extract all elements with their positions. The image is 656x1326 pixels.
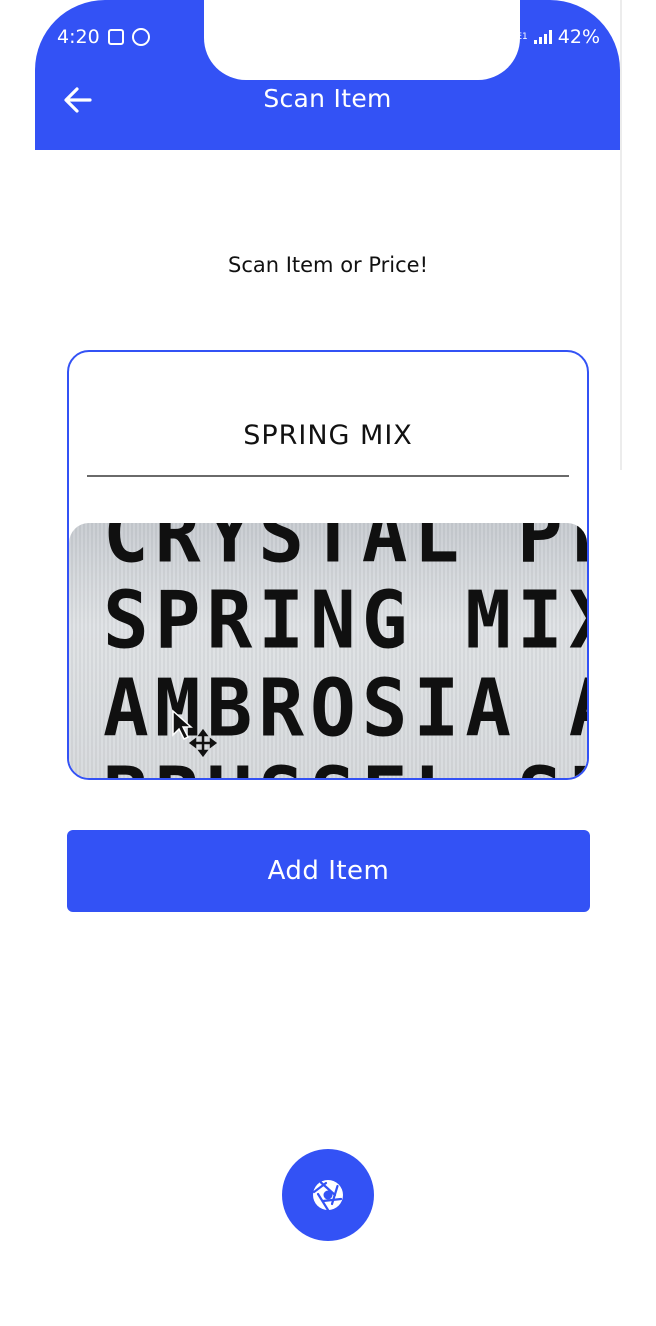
scan-result-field[interactable]: SPRING MIX <box>69 420 587 451</box>
scan-prompt: Scan Item or Price! <box>227 253 428 277</box>
move-cursor-icon <box>172 709 218 757</box>
status-time: 4:20 <box>57 26 100 48</box>
aperture-icon <box>312 1180 343 1212</box>
app-notification-icon <box>131 28 150 46</box>
app-bar <box>35 0 620 150</box>
status-bar-right: LTE1 42% <box>507 26 600 48</box>
result-underline <box>87 475 569 477</box>
scan-card: SPRING MIX CRYSTAL PLU SPRING MIX AMBROS… <box>67 350 589 780</box>
camera-text-line: SPRING MIX <box>103 572 587 667</box>
status-bar-left: 4:20 <box>57 26 150 48</box>
signal-icon <box>533 30 552 44</box>
page-title: Scan Item <box>263 84 392 113</box>
camera-capture-button[interactable] <box>282 1149 374 1241</box>
camera-preview[interactable]: CRYSTAL PLU SPRING MIX AMBROSIA AP BRUSS… <box>69 523 587 778</box>
battery-level: 42% <box>557 26 600 48</box>
network-label: LTE1 <box>507 31 528 42</box>
display-notch <box>204 0 520 80</box>
add-item-button[interactable]: Add Item <box>67 830 590 912</box>
camera-text-line: CRYSTAL PLU <box>103 523 587 581</box>
gallery-notification-icon <box>107 29 124 45</box>
